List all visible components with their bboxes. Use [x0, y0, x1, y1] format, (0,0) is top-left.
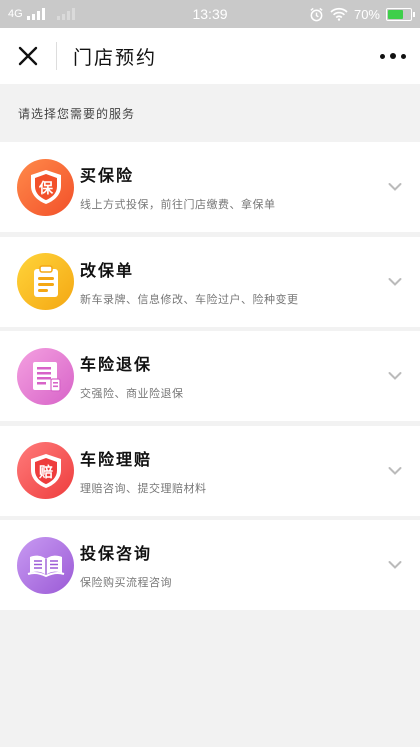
service-text: 投保咨询 保险购买流程咨询 [80, 540, 172, 590]
nav-divider [56, 42, 57, 70]
more-button[interactable] [380, 46, 406, 66]
close-button[interactable] [0, 28, 56, 84]
service-list: 保 买保险 线上方式投保，前往门店缴费、拿保单 改保单 新车录牌、信息修改、车险… [0, 142, 420, 610]
battery-icon [386, 7, 415, 21]
icon-glyph: 保 [38, 180, 54, 197]
signal-area: 4G [8, 8, 75, 20]
network-type: 4G [8, 8, 23, 20]
wifi-icon [330, 7, 348, 21]
service-title: 车险理赔 [80, 449, 153, 469]
chevron-down-icon [388, 561, 402, 569]
close-icon [18, 46, 38, 66]
more-dot-icon [390, 53, 396, 59]
section-subtitle: 请选择您需要的服务 [18, 106, 136, 121]
service-item-claims[interactable]: 赔 车险理赔 理赔咨询、提交理赔材料 [0, 425, 420, 516]
battery-percent: 70% [353, 6, 380, 22]
service-title: 买保险 [80, 166, 135, 185]
status-right: 70% [309, 6, 415, 22]
service-desc: 理赔咨询、提交理赔材料 [80, 481, 207, 495]
service-item-buy-insurance[interactable]: 保 买保险 线上方式投保，前往门店缴费、拿保单 [0, 142, 420, 232]
signal-secondary-icon [56, 8, 75, 20]
service-item-consult[interactable]: 投保咨询 保险购买流程咨询 [0, 520, 420, 610]
shield-bao-icon: 保 [17, 158, 74, 216]
service-desc: 保险购买流程咨询 [80, 576, 172, 589]
service-item-surrender[interactable]: 车险退保 交强险、商业险退保 [0, 331, 420, 421]
service-text: 车险理赔 理赔咨询、提交理赔材料 [80, 446, 207, 496]
alarm-icon [310, 7, 323, 21]
open-book-icon [17, 536, 74, 594]
nav-bar: 门店预约 [0, 28, 420, 84]
more-dot-icon [401, 53, 406, 59]
document-edit-icon [17, 253, 74, 310]
status-bar: 4G 13:39 70% [0, 0, 420, 28]
more-dot-icon [380, 53, 385, 59]
refund-document-icon [17, 347, 74, 405]
service-text: 买保险 线上方式投保，前往门店缴费、拿保单 [80, 162, 276, 212]
service-desc: 线上方式投保，前往门店缴费、拿保单 [80, 198, 276, 211]
service-text: 车险退保 交强险、商业险退保 [80, 351, 184, 401]
service-title: 车险退保 [80, 355, 153, 374]
battery-fill [388, 9, 404, 19]
chevron-down-icon [388, 372, 402, 380]
chevron-down-icon [388, 277, 402, 286]
service-desc: 新车录牌、信息修改、车险过户、险种变更 [80, 292, 299, 306]
service-title: 改保单 [80, 260, 135, 280]
status-time: 13:39 [192, 6, 228, 22]
page-title: 门店预约 [73, 46, 158, 69]
icon-glyph: 赔 [38, 464, 53, 481]
chevron-down-icon [388, 183, 402, 191]
service-desc: 交强险、商业险退保 [80, 387, 184, 400]
chevron-down-icon [388, 466, 402, 475]
service-title: 投保咨询 [80, 544, 153, 563]
service-item-change-policy[interactable]: 改保单 新车录牌、信息修改、车险过户、险种变更 [0, 236, 420, 327]
service-text: 改保单 新车录牌、信息修改、车险过户、险种变更 [80, 257, 299, 307]
signal-icon [26, 8, 45, 20]
shield-pei-icon: 赔 [17, 442, 74, 499]
